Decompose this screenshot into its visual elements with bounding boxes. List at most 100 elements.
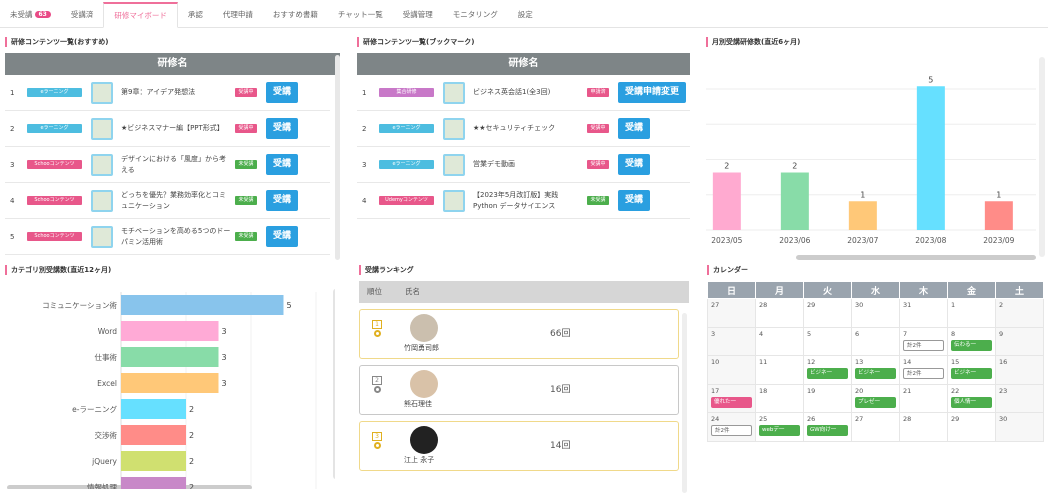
calendar-day[interactable]: 3	[707, 326, 756, 356]
enroll-button[interactable]: 受講	[266, 118, 299, 139]
enroll-button[interactable]: 受講申請変更	[618, 82, 687, 103]
calendar-day[interactable]: 30	[995, 412, 1044, 442]
tab-item[interactable]: 設定	[508, 1, 543, 27]
calendar-day[interactable]: 5	[803, 326, 852, 356]
tab-item[interactable]: 受講済	[61, 1, 104, 27]
calendar-event[interactable]: プレゼ一	[855, 396, 896, 408]
calendar-day[interactable]: 9	[995, 326, 1044, 356]
enroll-button[interactable]: 受講	[266, 190, 299, 211]
panel-title: 月別受講研修数(直近6ヶ月)	[706, 37, 1046, 47]
calendar-day[interactable]: 17 優れた一	[707, 383, 756, 413]
calendar-day[interactable]: 7 計2件	[899, 326, 948, 356]
calendar-day[interactable]: 6	[851, 326, 900, 356]
day-number: 7	[903, 329, 908, 338]
day-number: 22	[951, 386, 960, 395]
calendar-event[interactable]: ビジネ一	[855, 368, 896, 379]
enroll-button[interactable]: 受講	[266, 154, 299, 175]
calendar-event[interactable]: 個人情一	[951, 396, 992, 408]
tab-label: 設定	[517, 9, 533, 19]
enroll-button[interactable]: 受講	[618, 154, 651, 175]
data-label: 5	[287, 301, 292, 310]
calendar-day[interactable]: 13 ビジネ一	[851, 355, 900, 385]
medal-ring	[373, 442, 381, 449]
calendar-day[interactable]: 16	[995, 355, 1044, 385]
course-name-link[interactable]: 【2023年5月改訂版】実践 Python データサイエンス	[473, 190, 583, 212]
tab-item[interactable]: チャット一覧	[328, 1, 393, 27]
calendar-day[interactable]: 25 webデ一	[755, 412, 804, 442]
calendar-day[interactable]: 15 ビジネ一	[947, 355, 996, 385]
day-number: 18	[759, 386, 768, 395]
calendar-day[interactable]: 28	[899, 412, 948, 442]
tab-item[interactable]: 代理申請	[213, 1, 263, 27]
enroll-button[interactable]: 受講	[618, 118, 651, 139]
day-number: 24	[711, 415, 720, 423]
tab-item[interactable]: 受講管理	[393, 1, 443, 27]
tab-item[interactable]: おすすめ書籍	[263, 1, 328, 27]
day-number: 11	[759, 358, 768, 366]
course-name-link[interactable]: モチベーションを高める5つのドーパミン活用術	[121, 226, 231, 248]
scrollbar[interactable]	[682, 313, 687, 493]
enroll-button[interactable]: 受講	[266, 226, 299, 247]
tab-item[interactable]: モニタリング	[443, 1, 508, 27]
calendar-day[interactable]: 2	[995, 298, 1044, 328]
calendar-event[interactable]: 計2件	[711, 425, 752, 436]
tab-item[interactable]: 承認	[178, 1, 213, 27]
scrollbar[interactable]	[335, 55, 340, 260]
bar	[121, 321, 219, 341]
calendar-day[interactable]: 21	[899, 383, 948, 413]
enroll-button[interactable]: 受講	[618, 190, 651, 211]
calendar-event[interactable]: 計2件	[903, 368, 944, 379]
course-name-link[interactable]: 営業デモ動画	[473, 159, 583, 170]
calendar-day[interactable]: 27	[851, 412, 900, 442]
day-number: 28	[759, 301, 768, 309]
calendar-day[interactable]: 14 計2件	[899, 355, 948, 385]
calendar-event[interactable]: webデ一	[759, 425, 800, 436]
user-name: 江上 永子	[404, 456, 435, 464]
calendar-day[interactable]: 18	[755, 383, 804, 413]
calendar-day[interactable]: 11	[755, 355, 804, 385]
calendar-event[interactable]: 優れた一	[711, 396, 752, 408]
data-label: 2	[189, 431, 194, 440]
calendar-day[interactable]: 29	[947, 412, 996, 442]
calendar-day[interactable]: 28	[755, 298, 804, 328]
calendar-event[interactable]: ビジネ一	[951, 368, 992, 379]
calendar-day[interactable]: 30	[851, 298, 900, 328]
calendar-day[interactable]: 23	[995, 383, 1044, 413]
calendar-day[interactable]: 26 GW向け一	[803, 412, 852, 442]
calendar-day[interactable]: 29	[803, 298, 852, 328]
calendar-day[interactable]: 20 プレゼ一	[851, 383, 900, 413]
calendar-event[interactable]: 計2件	[903, 339, 944, 351]
calendar-event[interactable]: 伝わる一	[951, 339, 992, 351]
course-name-link[interactable]: ビジネス英会話1(全3回)	[473, 87, 583, 98]
tab-item[interactable]: 研修マイボード	[103, 2, 178, 28]
enroll-button[interactable]: 受講	[266, 82, 299, 103]
calendar-day[interactable]: 1	[947, 298, 996, 328]
data-label: 3	[222, 327, 227, 336]
calendar-event[interactable]: ビジネ一	[807, 368, 848, 379]
rank-number: 1	[372, 320, 382, 329]
weekday-header: 金	[947, 281, 996, 299]
calendar-day[interactable]: 12 ビジネ一	[803, 355, 852, 385]
calendar-day[interactable]: 8 伝わる一	[947, 326, 996, 356]
x-tick-label: 2023/09	[983, 236, 1014, 245]
calendar-day[interactable]: 31	[899, 298, 948, 328]
rank-number: 3	[372, 432, 382, 441]
tab-item[interactable]: 未受講 63	[0, 1, 61, 27]
status-badge: 未受講	[235, 232, 257, 241]
calendar-day[interactable]: 10	[707, 355, 756, 385]
category-chart-panel: カテゴリ別受講数(直近12ヶ月) 5 コミュニケーション術 3 Word 3 仕事術 3 Ex…	[5, 265, 340, 493]
calendar-day[interactable]: 4	[755, 326, 804, 356]
calendar-day[interactable]: 19	[803, 383, 852, 413]
course-name-link[interactable]: デザインにおける「風度」から考える	[121, 154, 231, 176]
course-thumbnail-image	[443, 189, 465, 212]
course-name-link[interactable]: ★ビジネスマナー編【PPT形式】	[121, 123, 231, 134]
calendar-day[interactable]: 24 計2件	[707, 412, 756, 442]
calendar-day[interactable]: 27	[707, 298, 756, 328]
calendar-day[interactable]: 22 個人情一	[947, 383, 996, 413]
course-name-link[interactable]: ★★セキュリティチェック	[473, 123, 583, 134]
calendar-event[interactable]: GW向け一	[807, 425, 848, 436]
table-header: 研修名	[357, 53, 690, 75]
course-name-link[interactable]: 第9章：アイデア発想法	[121, 87, 231, 98]
panel-title: 研修コンテンツ一覧(おすすめ)	[5, 37, 340, 47]
course-name-link[interactable]: どっちを優先？業務効率化とコミュニケーション	[121, 190, 231, 212]
